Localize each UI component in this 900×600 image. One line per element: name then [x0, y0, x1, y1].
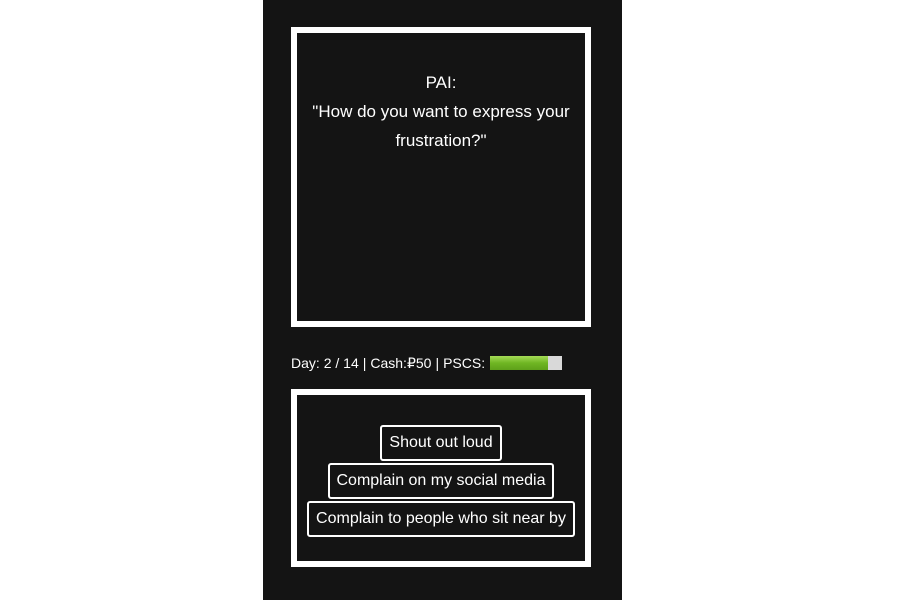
- choice-social-media-button[interactable]: Complain on my social media: [327, 463, 555, 499]
- pscs-meter: [490, 356, 563, 370]
- game-panel: PAI: "How do you want to express your fr…: [263, 0, 622, 600]
- day-total: 14: [343, 355, 359, 371]
- day-label: Day:: [291, 355, 320, 371]
- pscs-label: PSCS:: [443, 355, 486, 371]
- status-separator: |: [362, 355, 367, 371]
- choice-shout-button[interactable]: Shout out loud: [380, 425, 502, 461]
- status-separator: |: [435, 355, 440, 371]
- choices-list: Shout out loud Complain on my social med…: [297, 425, 585, 539]
- status-bar: Day: 2 / 14 | Cash: ₽50 | PSCS:: [291, 354, 563, 372]
- cash-value: ₽50: [406, 354, 432, 371]
- choice-nearby-people-button[interactable]: Complain to people who sit near by: [307, 501, 575, 537]
- day-current: 2: [323, 355, 332, 371]
- dialog-text: "How do you want to express your frustra…: [312, 102, 570, 150]
- dialog-speaker: PAI:: [425, 73, 457, 92]
- dialog-box: PAI: "How do you want to express your fr…: [291, 27, 591, 327]
- choices-box: Shout out loud Complain on my social med…: [291, 389, 591, 567]
- cash-label: Cash:: [370, 355, 407, 371]
- pscs-meter-fill: [490, 356, 548, 370]
